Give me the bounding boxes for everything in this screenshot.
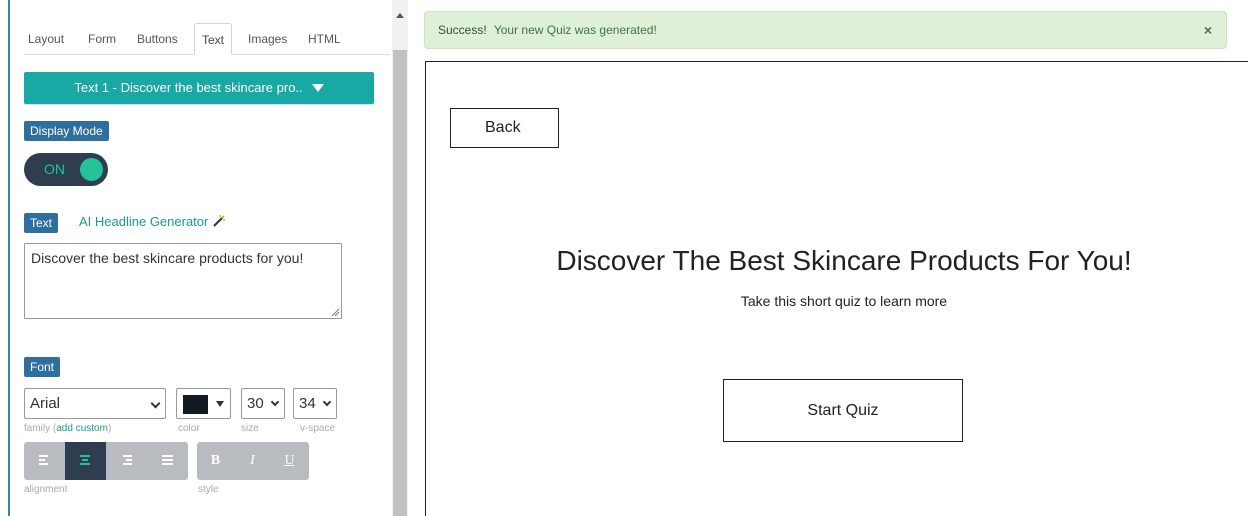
tab-html[interactable]: HTML [308,23,341,55]
bold-button[interactable]: B [197,442,234,480]
line-spacing-select[interactable]: 34 [293,388,337,419]
font-size-select[interactable]: 30 [241,388,285,419]
display-mode-tag: Display Mode [24,121,109,141]
family-caption-text: family [24,423,51,434]
text-tag: Text [24,213,59,233]
tab-layout[interactable]: Layout [28,23,64,55]
alert-strong: Success! [438,23,487,37]
align-left-icon [39,455,50,465]
success-alert: Success! Your new Quiz was generated! × [424,11,1227,49]
tab-form[interactable]: Form [88,23,116,55]
editor-scrollbar[interactable] [392,0,408,516]
underline-button[interactable]: U [271,442,308,480]
color-caption: color [178,423,200,434]
font-color-picker[interactable] [176,388,231,419]
ai-headline-generator-link[interactable]: AI Headline Generator [79,212,226,232]
scrollbar-thumb[interactable] [393,50,407,516]
chevron-down-icon [270,397,280,407]
align-left-button[interactable] [24,442,65,480]
font-tag: Font [24,357,61,377]
toggle-state-label: ON [44,161,65,177]
font-size-value: 30 [247,395,264,412]
quiz-preview: Back Discover The Best Skincare Products… [425,61,1248,516]
line-spacing-value: 34 [299,395,316,412]
tab-images[interactable]: Images [248,23,287,55]
caret-down-icon [311,83,324,92]
alert-message: Your new Quiz was generated! [493,23,657,37]
editor-tabs: Layout Form Buttons Text Images HTML [24,23,390,55]
tab-text[interactable]: Text [194,23,233,55]
start-quiz-button[interactable]: Start Quiz [723,379,963,442]
align-right-icon [121,455,132,465]
element-selector-label: Text 1 - Discover the best skincare pro.… [74,80,303,95]
alignment-caption: alignment [24,484,68,495]
italic-button[interactable]: I [234,442,271,480]
scroll-up-arrow-icon[interactable] [396,13,404,18]
toggle-knob [80,158,103,181]
font-family-caption: family (add custom) [24,423,112,434]
display-mode-toggle[interactable]: ON [24,153,108,186]
magic-wand-icon [213,215,226,227]
align-center-button[interactable] [65,442,106,480]
quiz-headline: Discover The Best Skincare Products For … [556,245,1132,276]
vspace-caption: v-space [300,423,336,434]
add-custom-font-link[interactable]: add custom [56,423,108,434]
chevron-down-icon [150,398,161,409]
caret-down-icon [216,401,224,407]
element-selector-dropdown[interactable]: Text 1 - Discover the best skincare pro.… [24,72,374,104]
style-caption: style [198,484,219,495]
size-caption: size [241,423,259,434]
ai-headline-generator-label: AI Headline Generator [79,214,209,229]
headline-text-input[interactable]: Discover the best skincare products for … [24,243,342,319]
font-family-value: Arial [30,395,61,412]
font-family-select[interactable]: Arial [24,388,166,419]
back-button[interactable]: Back [450,108,559,148]
quiz-subheadline: Take this short quiz to learn more [740,293,948,309]
align-right-button[interactable] [106,442,147,480]
color-swatch [183,395,208,414]
chevron-down-icon [322,397,332,407]
style-button-group: B I U [197,442,309,480]
alert-close-button[interactable]: × [1204,12,1212,48]
align-center-icon [80,455,91,465]
resize-grip-icon[interactable] [330,307,340,317]
align-justify-icon [162,455,173,465]
align-justify-button[interactable] [147,442,188,480]
tab-buttons[interactable]: Buttons [137,23,178,55]
editor-panel: Layout Form Buttons Text Images HTML Tex… [10,0,390,516]
alignment-button-group [24,442,188,480]
